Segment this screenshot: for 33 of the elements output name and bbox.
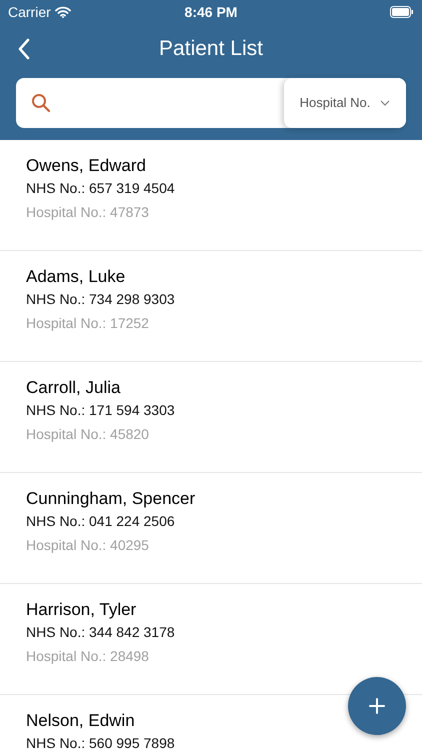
chevron-down-icon bbox=[380, 100, 390, 106]
patient-row[interactable]: Adams, Luke NHS No.: 734 298 9303 Hospital No.: 17252 bbox=[0, 251, 422, 362]
hospital-number: Hospital No.: 40295 bbox=[26, 536, 150, 555]
patient-row[interactable]: Owens, Edward NHS No.: 657 319 4504 Hospital No.: 47873 bbox=[0, 140, 422, 251]
search-field[interactable]: Hospital No. bbox=[16, 78, 406, 128]
patient-name: Harrison, Tyler bbox=[26, 599, 138, 621]
nhs-number: NHS No.: 734 298 9303 bbox=[26, 290, 176, 309]
back-chevron-icon bbox=[17, 38, 31, 60]
hospital-number: Hospital No.: 28498 bbox=[26, 647, 150, 666]
patient-name: Nelson, Edwin bbox=[26, 710, 136, 732]
patient-name: Adams, Luke bbox=[26, 266, 126, 288]
nhs-number: NHS No.: 041 224 2506 bbox=[26, 512, 176, 531]
carrier-label: Carrier bbox=[8, 2, 51, 22]
screen-title: Patient List bbox=[159, 36, 263, 62]
patient-name: Cunningham, Spencer bbox=[26, 488, 196, 510]
nhs-number: NHS No.: 657 319 4504 bbox=[26, 179, 176, 198]
nhs-number: NHS No.: 344 842 3178 bbox=[26, 623, 176, 642]
patient-row[interactable]: Carroll, Julia NHS No.: 171 594 3303 Hospital No.: 45820 bbox=[0, 362, 422, 473]
hospital-number: Hospital No.: 45820 bbox=[26, 425, 150, 444]
hospital-number: Hospital No.: 17252 bbox=[26, 314, 150, 333]
add-button[interactable] bbox=[348, 677, 406, 735]
filter-dropdown[interactable]: Hospital No. bbox=[284, 78, 406, 128]
hospital-number: Hospital No.: 47873 bbox=[26, 203, 150, 222]
patient-name: Carroll, Julia bbox=[26, 377, 122, 399]
battery-icon bbox=[390, 6, 414, 18]
patient-row[interactable]: Cunningham, Spencer NHS No.: 041 224 2506 Hospital No.: 40295 bbox=[0, 473, 422, 584]
nhs-number: NHS No.: 171 594 3303 bbox=[26, 401, 176, 420]
wifi-icon bbox=[54, 6, 71, 18]
patient-name: Owens, Edward bbox=[26, 155, 147, 177]
plus-icon bbox=[369, 698, 385, 714]
nhs-number: NHS No.: 560 995 7898 bbox=[26, 734, 176, 750]
status-time: 8:46 PM bbox=[184, 2, 238, 22]
search-icon bbox=[31, 93, 51, 113]
